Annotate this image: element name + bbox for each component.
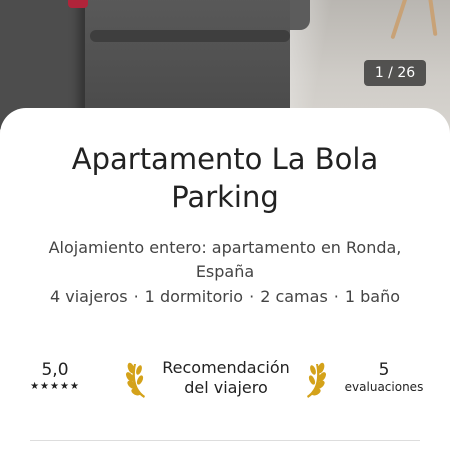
photo-pillow: [68, 0, 88, 8]
photo-sofa-edge: [90, 30, 290, 42]
guest-favorite-badge[interactable]: Recomendación del viajero: [126, 356, 326, 400]
star-rating-icon: ★★★★★: [30, 381, 80, 392]
detail-bathrooms: 1 baño: [344, 287, 401, 306]
detail-separator: ·: [249, 287, 255, 306]
detail-guests: 4 viajeros: [49, 287, 128, 306]
photo-counter: 1 / 26: [364, 60, 426, 86]
detail-separator: ·: [133, 287, 139, 306]
rating-value: 5,0: [41, 360, 69, 380]
badge-label: Recomendación del viajero: [162, 358, 290, 397]
laurel-right-icon: [307, 362, 326, 398]
listing-title: Apartamento La Bola Parking: [71, 142, 379, 214]
reviews-count: 5: [378, 360, 390, 380]
listing-subtitle: Alojamiento entero: apartamento en Ronda…: [48, 238, 402, 281]
listing-details: 4 viajeros · 1 dormitorio · 2 camas · 1 baño: [10, 286, 440, 308]
photo-sofa-seat: [60, 0, 290, 120]
detail-separator: ·: [333, 287, 339, 306]
reviews-summary[interactable]: 5 evaluaciones: [336, 360, 432, 394]
laurel-left-icon: [126, 362, 145, 398]
detail-beds: 2 camas: [260, 287, 328, 306]
section-divider: [30, 440, 420, 441]
detail-bedrooms: 1 dormitorio: [144, 287, 244, 306]
rating-summary[interactable]: 5,0 ★★★★★: [20, 360, 90, 394]
reviews-label: evaluaciones: [344, 380, 424, 394]
